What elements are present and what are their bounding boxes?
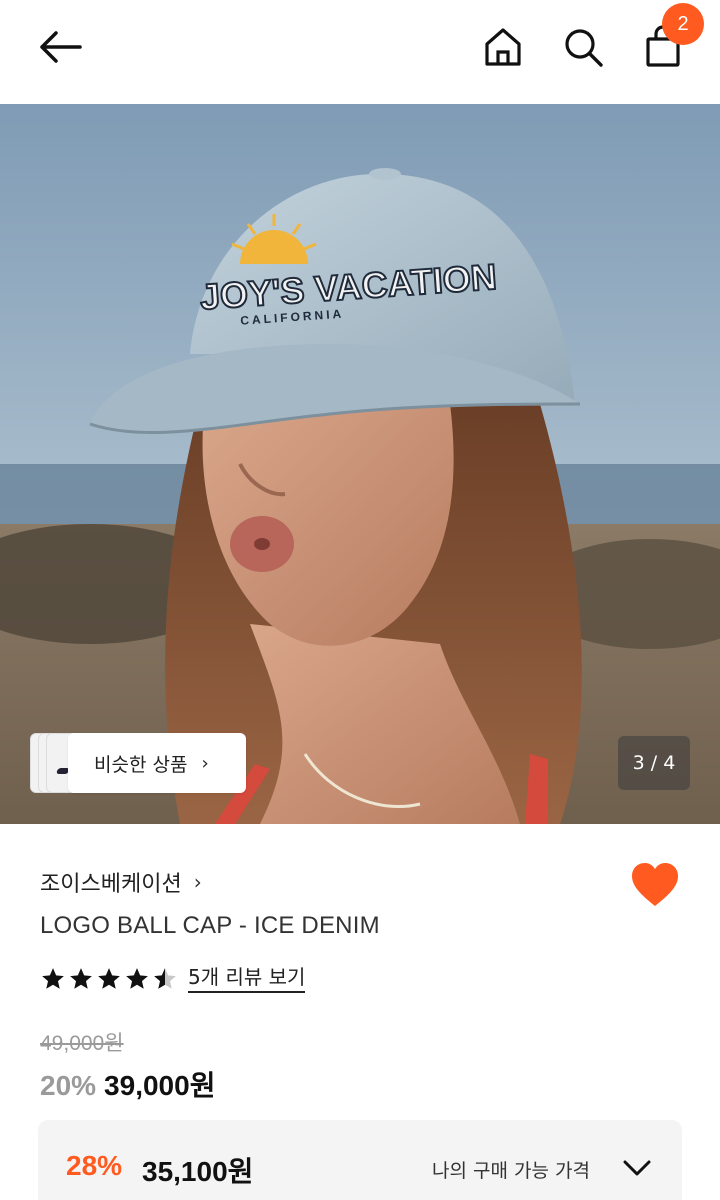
home-button[interactable] [480,22,526,72]
original-price: 49,000원 [40,1032,124,1055]
image-page-indicator: 3 / 4 [618,736,690,790]
heart-icon [632,863,678,906]
star-icon [126,968,148,989]
my-price-label: 나의 구매 가능 가격 [432,1160,590,1182]
search-button[interactable] [560,22,606,72]
product-photo: JOY'S VACATION CALIFORNIA [0,104,720,824]
similar-products-label: 비슷한 상품 [94,753,188,776]
chevron-down-icon [623,1160,651,1176]
wishlist-button[interactable] [630,862,680,910]
rating-stars [40,966,178,992]
product-rating: 5개 리뷰 보기 [40,962,306,996]
product-title: LOGO BALL CAP - ICE DENIM [40,912,380,939]
home-icon [485,28,521,66]
reviews-link[interactable]: 5개 리뷰 보기 [188,965,306,993]
half-star-icon [154,968,176,989]
back-button[interactable] [30,22,90,72]
my-price: 35,100원 [142,1156,254,1187]
my-discount-percent: 28% [66,1150,123,1181]
star-icon [42,968,64,989]
star-icon [70,968,92,989]
cart-count-badge: 2 [662,3,704,45]
sale-price-row: 20% 39,000원 [40,1064,215,1104]
product-image[interactable]: JOY'S VACATION CALIFORNIA [0,104,720,824]
brand-link[interactable]: 조이스베케이션 › [40,866,202,898]
chevron-right-icon: › [193,870,202,894]
similar-products-button[interactable]: 비슷한 상품 › [68,733,246,793]
sale-price: 39,000원 [104,1070,216,1101]
arrow-left-icon [40,31,82,63]
similar-products-chip[interactable]: 비슷한 상품 › [30,733,246,793]
chevron-right-icon: › [201,752,209,774]
search-icon [565,29,603,67]
discount-percent: 20% [40,1070,97,1101]
top-navigation-bar: 2 [0,0,720,104]
my-price-panel[interactable]: 28% 35,100원 나의 구매 가능 가격 [38,1120,682,1200]
star-icon [98,968,120,989]
brand-name: 조이스베케이션 [40,872,182,897]
